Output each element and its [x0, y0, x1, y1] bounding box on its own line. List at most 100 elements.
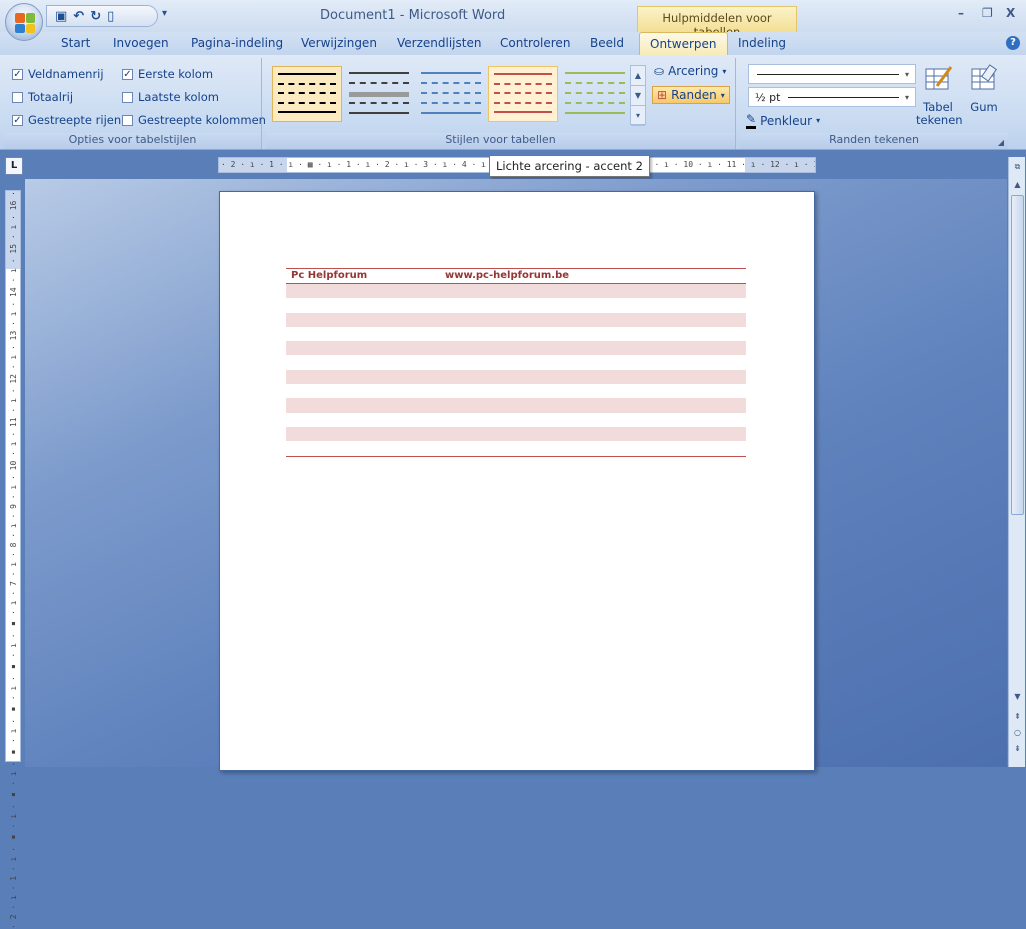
- dialog-launcher-icon[interactable]: ◢: [998, 138, 1004, 147]
- checkbox-gestreepte-kolommen[interactable]: Gestreepte kolommen: [122, 113, 266, 127]
- previous-page-icon[interactable]: ⇞: [1010, 709, 1025, 724]
- table-styles-gallery: [272, 63, 634, 127]
- gum-label: Gum: [970, 100, 998, 114]
- office-button[interactable]: [5, 3, 43, 41]
- group-table-styles: ▲ ▼ ▾ ⛀ Arcering ▾ ⊞ Randen ▾ Stijlen vo…: [266, 58, 736, 149]
- vertical-scrollbar[interactable]: ⧉ ▲ ▼ ⇞ ○ ⇟: [1008, 157, 1025, 767]
- office-logo-icon: [15, 13, 35, 33]
- scroll-down-icon[interactable]: ▼: [1010, 689, 1025, 704]
- table-style-light-accent-2[interactable]: [488, 66, 558, 122]
- chevron-down-icon: ▾: [816, 116, 821, 125]
- contextual-tab-group-label: Hulpmiddelen voor tabellen: [637, 6, 797, 39]
- table-row[interactable]: [286, 441, 746, 455]
- ribbon: ✓ Veldnamenrij Totaalrij ✓ Gestreepte ri…: [0, 55, 1026, 150]
- gallery-scroller: ▲ ▼ ▾: [630, 65, 646, 126]
- checkbox-label: Eerste kolom: [138, 67, 214, 81]
- penkleur-label: Penkleur: [760, 113, 813, 128]
- table-header-cell: www.pc-helpforum.be: [445, 270, 570, 281]
- style-tooltip: Lichte arcering - accent 2: [489, 155, 650, 177]
- randen-label: Randen: [671, 88, 717, 102]
- draw-table-icon: [925, 66, 953, 90]
- table-row[interactable]: [286, 384, 746, 398]
- group-draw-borders: ▾ ½ pt ▾ ✎ Penkleur ▾ Tabel tekenen Gum …: [740, 58, 1008, 149]
- tab-start[interactable]: Start: [61, 36, 90, 50]
- gallery-scroll-down-icon[interactable]: ▼: [631, 86, 645, 106]
- tab-pagina-indeling[interactable]: Pagina-indeling: [191, 36, 283, 50]
- table-style-shaded-dark[interactable]: [344, 66, 414, 122]
- tab-invoegen[interactable]: Invoegen: [113, 36, 169, 50]
- table-row[interactable]: [286, 355, 746, 369]
- chevron-down-icon: ▾: [720, 90, 725, 100]
- borders-icon: ⊞: [657, 88, 668, 102]
- checkbox-veldnamenrij[interactable]: ✓ Veldnamenrij: [12, 67, 104, 81]
- group-label: Opties voor tabelstijlen: [4, 133, 261, 149]
- line-weight-dropdown[interactable]: ½ pt ▾: [748, 87, 916, 107]
- table-row[interactable]: [286, 327, 746, 341]
- checkbox-label: Gestreepte rijen: [28, 113, 122, 127]
- arcering-label: Arcering: [668, 64, 719, 78]
- checkbox-label: Laatste kolom: [138, 90, 219, 104]
- table-row[interactable]: [286, 369, 746, 385]
- new-document-icon[interactable]: ▯: [107, 9, 114, 24]
- document-table[interactable]: Pc Helpforum www.pc-helpforum.be: [286, 268, 746, 457]
- checkbox-icon: ✓: [12, 68, 23, 80]
- checkbox-eerste-kolom[interactable]: ✓ Eerste kolom: [122, 67, 213, 81]
- table-row[interactable]: [286, 298, 746, 312]
- tab-indeling[interactable]: Indeling: [738, 36, 786, 50]
- table-row[interactable]: [286, 284, 746, 299]
- tab-verzendlijsten[interactable]: Verzendlijsten: [397, 36, 481, 50]
- checkbox-totaalrij[interactable]: Totaalrij: [12, 90, 73, 104]
- tab-selector[interactable]: L: [5, 157, 23, 175]
- penkleur-button[interactable]: ✎ Penkleur ▾: [746, 112, 820, 129]
- checkbox-icon: ✓: [122, 68, 133, 80]
- gum-button[interactable]: Gum: [962, 64, 1006, 114]
- table-row[interactable]: [286, 341, 746, 356]
- arcering-button[interactable]: ⛀ Arcering ▾: [654, 64, 726, 78]
- table-style-light-accent-3[interactable]: [560, 66, 630, 122]
- group-label: Stijlen voor tabellen: [266, 133, 735, 149]
- undo-icon[interactable]: ↶: [73, 9, 84, 24]
- tab-controleren[interactable]: Controleren: [500, 36, 570, 50]
- eraser-icon: [971, 64, 997, 90]
- table-style-plain-grid[interactable]: [272, 66, 342, 122]
- close-button[interactable]: X: [1006, 6, 1015, 20]
- table-row[interactable]: [286, 312, 746, 327]
- tabel-tekenen-label: Tabel tekenen: [916, 100, 963, 127]
- table-row[interactable]: [286, 426, 746, 442]
- scroll-up-icon[interactable]: ▲: [1010, 177, 1025, 192]
- tab-beeld[interactable]: Beeld: [590, 36, 624, 50]
- group-table-style-options: ✓ Veldnamenrij Totaalrij ✓ Gestreepte ri…: [4, 58, 266, 149]
- redo-icon[interactable]: ↻: [90, 9, 101, 24]
- view-ruler-icon[interactable]: ⧉: [1010, 159, 1025, 174]
- restore-button[interactable]: ❐: [982, 6, 993, 20]
- browse-object-icon[interactable]: ○: [1010, 725, 1025, 740]
- pen-color-icon: ✎: [746, 112, 757, 129]
- checkbox-gestreepte-rijen[interactable]: ✓ Gestreepte rijen: [12, 113, 121, 127]
- table-row[interactable]: [286, 398, 746, 413]
- table-style-light-accent-1[interactable]: [416, 66, 486, 122]
- tabel-tekenen-button[interactable]: Tabel tekenen: [916, 64, 963, 127]
- help-icon[interactable]: ?: [1006, 36, 1020, 50]
- checkbox-laatste-kolom[interactable]: Laatste kolom: [122, 90, 219, 104]
- checkbox-icon: [122, 91, 133, 103]
- gallery-scroll-up-icon[interactable]: ▲: [631, 66, 645, 86]
- chevron-down-icon: ▾: [904, 92, 909, 102]
- next-page-icon[interactable]: ⇟: [1010, 741, 1025, 756]
- checkbox-icon: ✓: [12, 114, 23, 126]
- document-title: Document1 - Microsoft Word: [320, 8, 506, 23]
- table-header-row[interactable]: Pc Helpforum www.pc-helpforum.be: [286, 268, 746, 284]
- scroll-thumb[interactable]: [1011, 195, 1024, 515]
- line-style-dropdown[interactable]: ▾: [748, 64, 916, 84]
- randen-button[interactable]: ⊞ Randen ▾: [652, 86, 730, 104]
- tab-ontwerpen[interactable]: Ontwerpen: [639, 32, 728, 56]
- minimize-button[interactable]: –: [958, 6, 964, 20]
- table-header-cell: Pc Helpforum: [291, 270, 368, 281]
- save-icon[interactable]: ▣: [55, 9, 67, 24]
- customize-qat-icon[interactable]: ▾: [162, 8, 167, 19]
- tab-verwijzingen[interactable]: Verwijzingen: [301, 36, 377, 50]
- gallery-more-icon[interactable]: ▾: [631, 106, 645, 126]
- document-page[interactable]: Pc Helpforum www.pc-helpforum.be: [219, 191, 815, 771]
- quick-access-toolbar: ▣ ↶ ↻ ▯: [46, 5, 158, 27]
- vertical-ruler[interactable]: · 2 · ı · 1 · ı · ▪ · ı · ▪ · ı · ▪ · ı …: [5, 190, 21, 929]
- table-row[interactable]: [286, 413, 746, 427]
